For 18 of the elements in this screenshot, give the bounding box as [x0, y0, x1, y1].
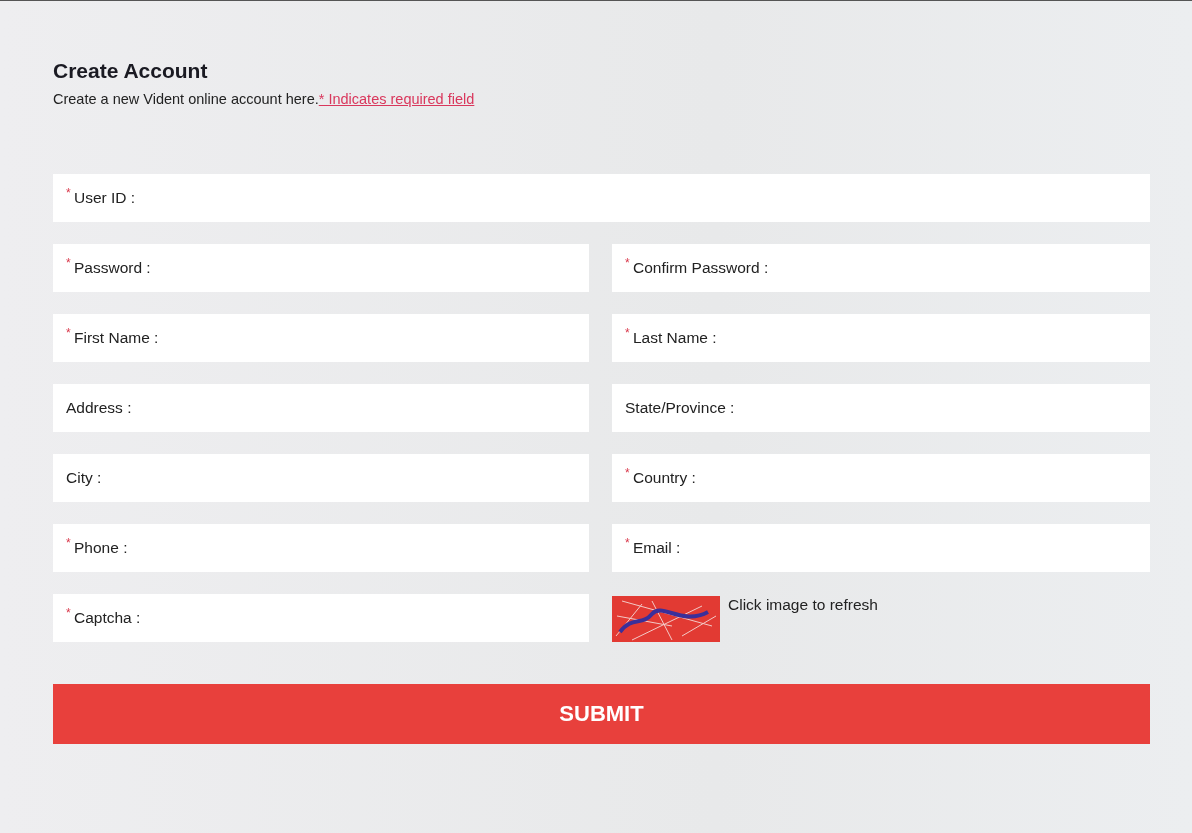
input-field[interactable]: City : — [53, 454, 589, 502]
required-mark: * — [66, 607, 71, 619]
required-mark: * — [66, 327, 71, 339]
required-mark: * — [625, 537, 630, 549]
input-field[interactable]: Address : — [53, 384, 589, 432]
required-mark: * — [625, 467, 630, 479]
required-mark: * — [66, 257, 71, 269]
submit-button[interactable]: SUBMIT — [53, 684, 1150, 744]
input-field[interactable]: State/Province : — [612, 384, 1150, 432]
captcha-refresh-hint: Click image to refresh — [728, 596, 878, 614]
page-heading: Create Account — [53, 59, 209, 83]
captcha-image[interactable] — [612, 596, 720, 642]
required-mark: * — [625, 327, 630, 339]
required-field-link[interactable]: * Indicates required field — [318, 91, 475, 107]
required-mark: * — [625, 257, 630, 269]
required-mark: * — [66, 187, 71, 199]
intro-text: Create a new Vident online account here.* Indicates required field — [53, 91, 476, 107]
required-mark: * — [66, 537, 71, 549]
